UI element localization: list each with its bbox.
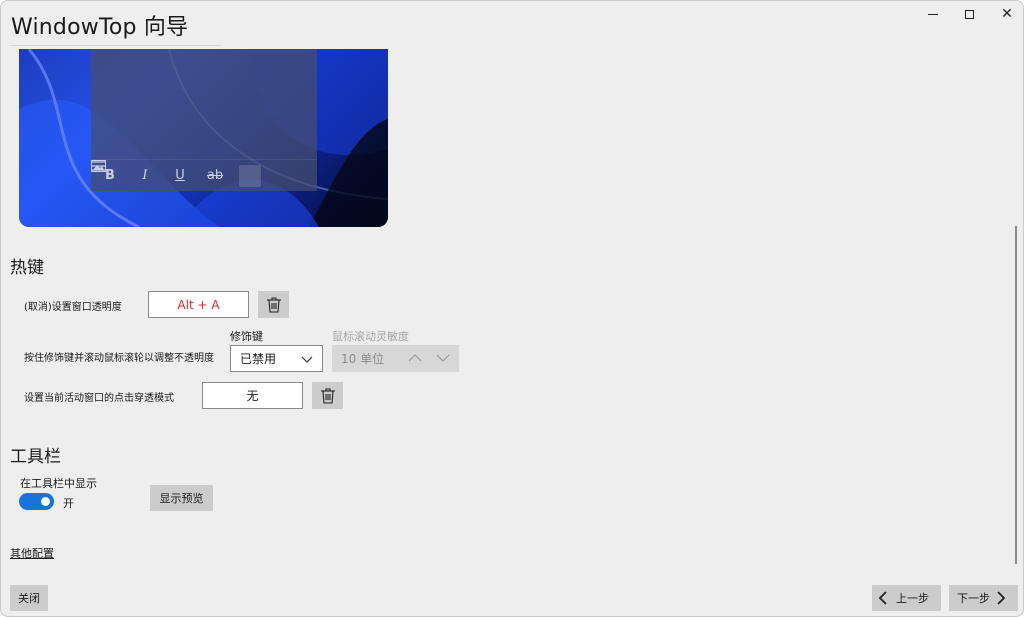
click-through-label: 设置当前活动窗口的点击穿透模式 (24, 393, 174, 404)
show-in-toolbar-toggle[interactable] (19, 493, 54, 510)
feature-preview-image: B I U ab (19, 49, 388, 227)
toggle-state-label: 开 (63, 497, 74, 510)
opacity-hotkey-label: (取消)设置窗口透明度 (24, 302, 122, 313)
chevron-down-icon[interactable] (436, 352, 450, 364)
preview-toolbar: B I U ab (91, 159, 317, 191)
chevron-down-icon (301, 356, 313, 363)
trash-icon (320, 387, 335, 404)
opacity-hotkey-input[interactable]: Alt + A (148, 291, 249, 318)
chevron-right-icon (997, 591, 1006, 605)
modifier-key-header: 修饰键 (230, 330, 263, 343)
window-title: WindowTop 向导 (11, 15, 189, 40)
minimize-button[interactable] (915, 3, 951, 25)
strikethrough-icon: ab (206, 168, 224, 183)
click-through-hotkey-input[interactable]: 无 (202, 382, 303, 409)
hotkeys-section-title: 热键 (10, 258, 44, 278)
chevron-up-icon[interactable] (408, 352, 422, 364)
scroll-sensitivity-value: 10 单位 (341, 352, 385, 366)
next-button-label: 下一步 (957, 592, 990, 605)
maximize-button[interactable] (951, 3, 987, 25)
scroll-sensitivity-header: 鼠标滚动灵敏度 (332, 330, 409, 343)
next-button[interactable]: 下一步 (949, 585, 1018, 611)
close-button[interactable]: 关闭 (10, 585, 48, 611)
show-in-toolbar-label: 在工具栏中显示 (20, 477, 97, 490)
trash-icon (266, 296, 281, 313)
show-preview-button[interactable]: 显示预览 (150, 485, 213, 511)
list-icon (91, 161, 261, 187)
toggle-knob (41, 497, 50, 506)
overlay-panel: B I U ab (91, 49, 317, 191)
scroll-sensitivity-stepper[interactable]: 10 单位 (332, 345, 459, 372)
scrollbar[interactable] (1015, 226, 1017, 564)
title-divider (9, 45, 221, 46)
minimize-icon (928, 13, 938, 15)
toolbar-section-title: 工具栏 (10, 447, 61, 467)
italic-icon: I (142, 168, 148, 183)
previous-button[interactable]: 上一步 (872, 585, 941, 611)
chevron-left-icon (878, 591, 887, 605)
window-close-button[interactable]: ✕ (989, 3, 1023, 25)
other-config-link[interactable]: 其他配置 (10, 545, 54, 561)
close-icon: ✕ (1001, 6, 1013, 22)
wizard-window: WindowTop 向导 ✕ B I U ab 热键 (取消)设置窗口透明度 A… (0, 0, 1024, 617)
maximize-icon (964, 9, 974, 19)
scroll-opacity-label: 按住修饰键并滚动鼠标滚轮以调整不透明度 (24, 353, 214, 364)
modifier-key-dropdown[interactable]: 已禁用 (230, 345, 323, 372)
previous-button-label: 上一步 (896, 592, 929, 605)
clear-click-through-hotkey-button[interactable] (312, 382, 343, 409)
modifier-key-value: 已禁用 (240, 352, 277, 366)
clear-opacity-hotkey-button[interactable] (258, 291, 289, 318)
underline-icon: U (175, 168, 185, 183)
image-icon (91, 160, 296, 187)
